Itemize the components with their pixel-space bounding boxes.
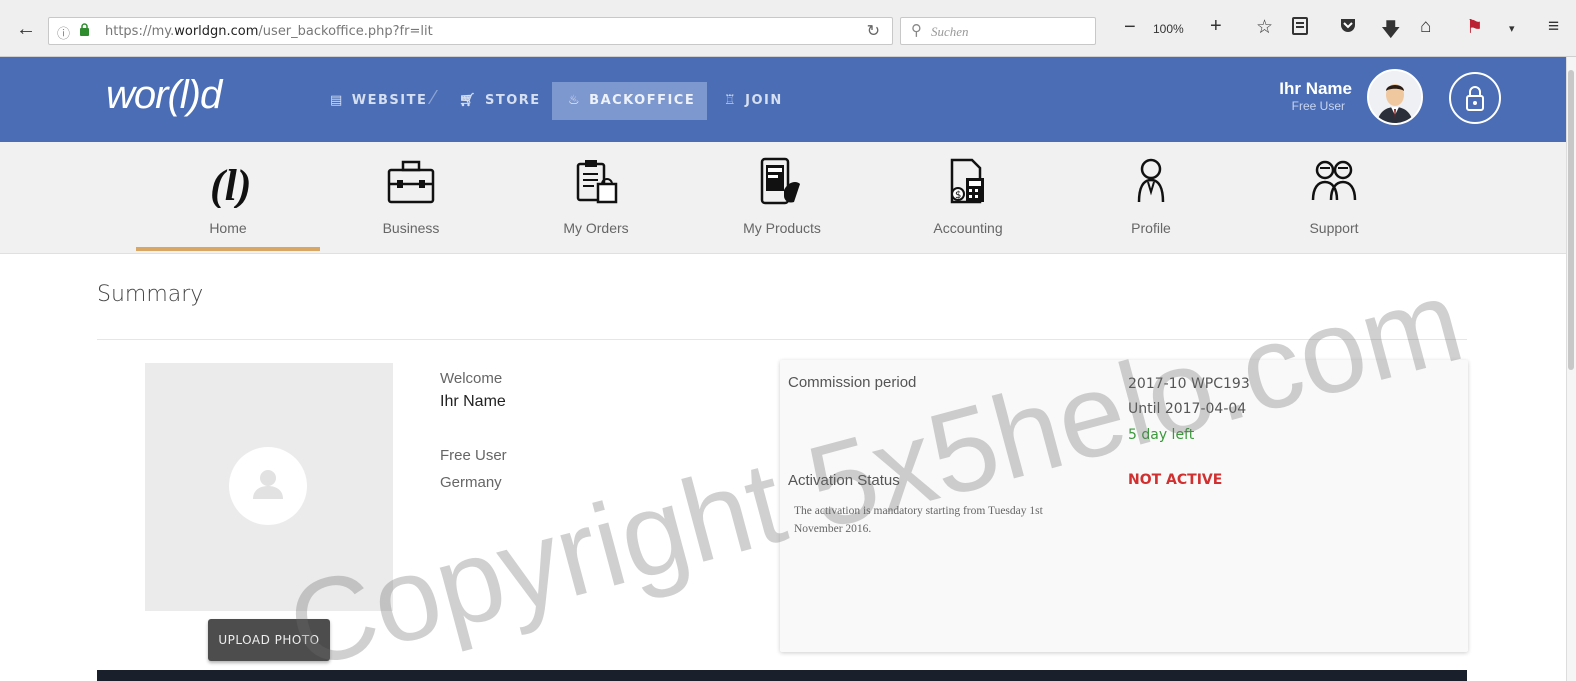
- tab-label: My Orders: [563, 220, 629, 236]
- tab-label: Accounting: [933, 220, 1003, 236]
- clipboard-bag-icon: [576, 160, 618, 204]
- join-icon: ♖: [724, 93, 738, 108]
- tab-profile[interactable]: Profile: [1061, 142, 1241, 254]
- default-avatar-icon: [229, 447, 307, 525]
- profile-photo-placeholder: [145, 363, 393, 611]
- days-left: 5 day left: [1128, 427, 1195, 443]
- commission-period-label: Commission period: [788, 374, 917, 391]
- tab-accounting[interactable]: $ Accounting: [878, 142, 1058, 254]
- site-logo[interactable]: wor(l)d: [106, 73, 222, 118]
- pocket-icon[interactable]: [1339, 16, 1357, 40]
- banner-strip: [97, 670, 1467, 681]
- page-title: Summary: [97, 282, 204, 307]
- zoom-out-button[interactable]: −: [1124, 16, 1136, 39]
- active-tab-indicator: [136, 247, 320, 251]
- divider: [97, 339, 1467, 340]
- scrollbar-thumb[interactable]: [1568, 70, 1574, 370]
- user-country: Germany: [440, 474, 502, 491]
- tab-label: Home: [209, 220, 247, 236]
- tab-label: Profile: [1131, 220, 1171, 236]
- commission-until: Until 2017-04-04: [1128, 401, 1247, 417]
- back-arrow-icon[interactable]: ←: [16, 18, 36, 41]
- avatar[interactable]: [1367, 69, 1423, 125]
- cart-icon: 🛒︎: [459, 93, 478, 108]
- world-logo-icon: (l): [210, 161, 252, 208]
- lock-icon: [1466, 86, 1484, 111]
- lock-icon[interactable]: [79, 23, 90, 39]
- tab-home[interactable]: (l) Home: [138, 142, 318, 254]
- tab-label: Business: [382, 220, 440, 236]
- nav-join[interactable]: ♖ JOIN: [724, 93, 783, 108]
- briefcase-icon: [387, 160, 435, 204]
- activation-status-badge: NOT ACTIVE: [1128, 472, 1223, 488]
- overflow-icon[interactable]: ▾: [1509, 22, 1515, 35]
- browser-toolbar: ← ⓘ https://my.worldgn.com/user_backoffi…: [0, 0, 1576, 57]
- user-type: Free User: [440, 447, 507, 464]
- address-bar[interactable]: ⓘ https://my.worldgn.com/user_backoffice…: [48, 17, 893, 45]
- search-placeholder: Suchen: [931, 24, 969, 39]
- download-icon[interactable]: 🡇: [1381, 16, 1401, 48]
- reading-list-icon[interactable]: [1291, 16, 1309, 42]
- welcome-user-name: Ihr Name: [440, 393, 506, 410]
- hamburger-menu-icon[interactable]: ≡: [1548, 16, 1559, 38]
- commission-period-code: 2017-10 WPC193: [1128, 376, 1250, 392]
- nav-website[interactable]: ▤ WEBSITE: [330, 93, 427, 108]
- website-icon: ▤: [330, 93, 344, 108]
- site-header: wor(l)d ▤ WEBSITE ⁄ 🛒︎ STORE ♨ BACKOFFICE ♖…: [0, 57, 1566, 142]
- section-nav: (l) Home Business My Orders My Products …: [0, 142, 1566, 254]
- nav-backoffice[interactable]: ♨ BACKOFFICE: [552, 82, 707, 120]
- welcome-label: Welcome: [440, 370, 503, 387]
- people-support-icon: [1311, 160, 1357, 201]
- nav-separator: ⁄: [432, 87, 436, 109]
- reload-icon[interactable]: ↻: [867, 21, 880, 41]
- document-calculator-icon: $: [950, 158, 984, 204]
- browser-search-field[interactable]: ⚲ Suchen: [900, 17, 1096, 45]
- tab-my-products[interactable]: My Products: [692, 142, 872, 254]
- tab-business[interactable]: Business: [321, 142, 501, 254]
- info-icon[interactable]: ⓘ: [57, 23, 70, 42]
- tab-support[interactable]: Support: [1244, 142, 1424, 254]
- url-text: https://my.worldgn.com/user_backoffice.p…: [105, 24, 433, 39]
- logout-lock-button[interactable]: [1449, 72, 1501, 124]
- upload-photo-button[interactable]: UPLOAD PHOTO: [208, 619, 330, 661]
- tab-label: Support: [1309, 220, 1359, 236]
- flag-addon-icon[interactable]: ⚑: [1466, 16, 1483, 39]
- search-icon: ⚲: [911, 22, 922, 39]
- home-icon[interactable]: ⌂: [1420, 16, 1431, 38]
- tab-my-orders[interactable]: My Orders: [506, 142, 686, 254]
- person-icon: [1137, 158, 1165, 203]
- header-user-role: Free User: [1291, 99, 1345, 113]
- commission-card: Commission period 2017-10 WPC193 Until 2…: [780, 360, 1468, 652]
- zoom-level[interactable]: 100%: [1153, 22, 1184, 36]
- header-user-name[interactable]: Ihr Name: [1279, 79, 1352, 99]
- activation-note: The activation is mandatory starting fro…: [794, 505, 1043, 535]
- svg-text:$: $: [955, 190, 961, 201]
- tab-label: My Products: [743, 220, 821, 236]
- nav-store[interactable]: 🛒︎ STORE: [459, 93, 541, 108]
- zoom-in-button[interactable]: +: [1210, 15, 1222, 38]
- activation-status-label: Activation Status: [788, 472, 900, 489]
- svg-text:(l): (l): [210, 161, 252, 208]
- bookmark-star-icon[interactable]: ☆: [1256, 16, 1273, 39]
- backoffice-icon: ♨: [568, 93, 582, 108]
- phone-hand-icon: [760, 157, 800, 205]
